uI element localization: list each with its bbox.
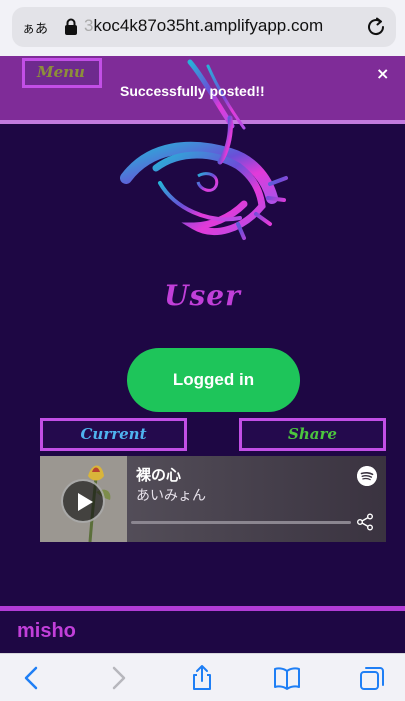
- url-text[interactable]: 3koc4k87o35ht.amplifyapp.com: [84, 16, 323, 36]
- playback-progress-bar[interactable]: [131, 521, 351, 524]
- tabs-icon[interactable]: [358, 664, 386, 692]
- reload-icon[interactable]: [364, 15, 388, 39]
- browser-address-bar-area: ぁあ 3koc4k87o35ht.amplifyapp.com: [0, 0, 405, 56]
- browser-toolbar: [0, 653, 405, 701]
- bookmarks-icon[interactable]: [273, 664, 301, 692]
- play-button[interactable]: [61, 479, 105, 523]
- logged-in-label: Logged in: [172, 370, 255, 389]
- spotify-logo-icon[interactable]: [357, 466, 377, 486]
- track-artist[interactable]: あいみょん: [136, 485, 206, 505]
- tab-current[interactable]: Current: [40, 418, 187, 451]
- page-settings-button[interactable]: ぁあ: [22, 18, 48, 37]
- url-domain: koc4k87o35ht.amplifyapp.com: [93, 16, 324, 35]
- play-icon: [78, 493, 93, 511]
- share-icon[interactable]: [356, 513, 374, 531]
- spotify-player-card[interactable]: 裸の心 あいみょん: [40, 456, 386, 542]
- menu-button[interactable]: Menu: [22, 58, 102, 88]
- back-icon[interactable]: [18, 664, 46, 692]
- page-title: User: [164, 279, 241, 312]
- menu-label: Menu: [37, 63, 85, 81]
- share-icon[interactable]: [188, 664, 216, 692]
- feed-username[interactable]: misho: [17, 620, 76, 643]
- forward-icon[interactable]: [104, 664, 132, 692]
- section-divider: [0, 606, 405, 611]
- tab-current-label: Current: [80, 425, 147, 443]
- address-bar[interactable]: ぁあ 3koc4k87o35ht.amplifyapp.com: [12, 7, 396, 47]
- logged-in-button[interactable]: Logged in: [127, 348, 300, 412]
- toast-message: Successfully posted!!: [120, 83, 265, 99]
- tab-share[interactable]: Share: [239, 418, 386, 451]
- close-icon[interactable]: ×: [376, 64, 389, 83]
- track-title: 裸の心: [136, 466, 182, 484]
- tab-share-label: Share: [288, 425, 337, 443]
- lock-icon: [65, 18, 77, 35]
